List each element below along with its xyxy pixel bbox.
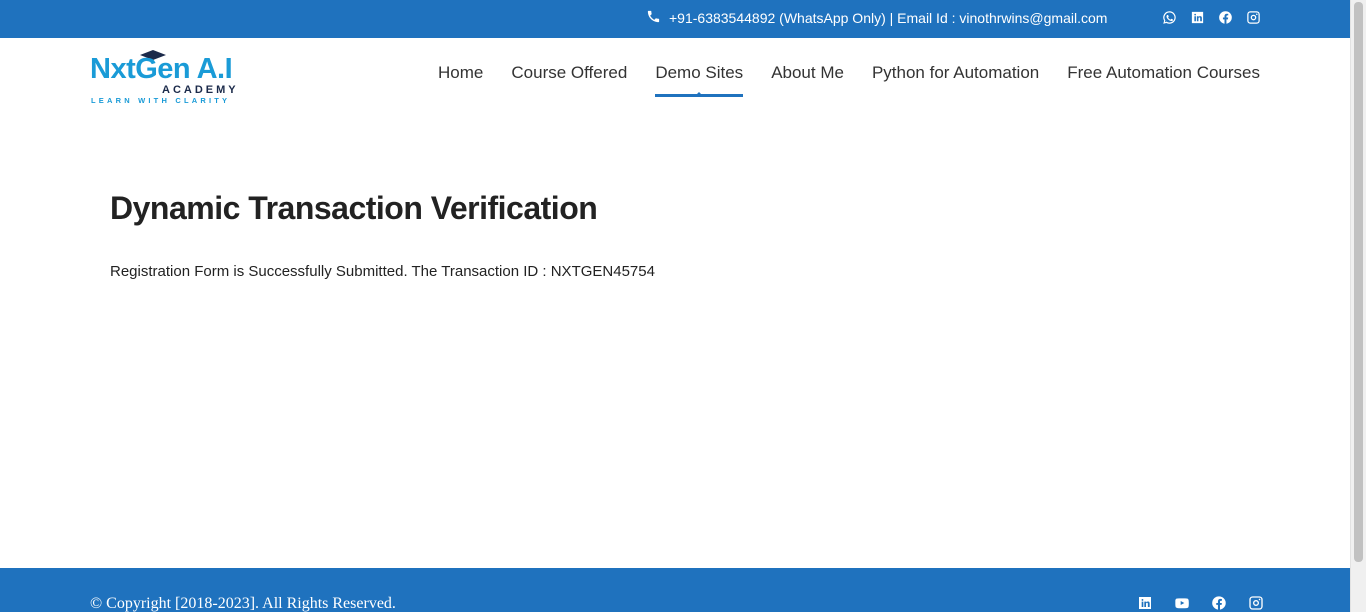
site-header: NxtGen A.I ACADEMY LEARN WITH CLARITY Ho… — [0, 38, 1350, 114]
nav-item-demo-sites[interactable]: Demo Sites — [655, 63, 743, 97]
main-content: Dynamic Transaction Verification Registr… — [110, 190, 655, 280]
youtube-icon[interactable] — [1174, 595, 1190, 611]
copyright-text: © Copyright [2018-2023]. All Rights Rese… — [90, 595, 396, 612]
linkedin-icon[interactable] — [1190, 10, 1205, 25]
instagram-icon[interactable] — [1246, 10, 1261, 25]
scrollbar-thumb[interactable] — [1354, 2, 1363, 562]
facebook-icon[interactable] — [1211, 595, 1227, 611]
vertical-scrollbar[interactable] — [1350, 0, 1366, 612]
logo-sub-text: ACADEMY — [162, 84, 239, 96]
top-bar: +91-6383544892 (WhatsApp Only) | Email I… — [0, 0, 1350, 38]
facebook-icon[interactable] — [1218, 10, 1233, 25]
nav-item-about-me[interactable]: About Me — [771, 63, 844, 97]
instagram-icon[interactable] — [1248, 595, 1264, 611]
main-nav: Home Course Offered Demo Sites About Me … — [438, 63, 1260, 97]
top-social-links — [1162, 10, 1261, 25]
site-logo[interactable]: NxtGen A.I ACADEMY LEARN WITH CLARITY — [90, 50, 250, 108]
nav-item-course-offered[interactable]: Course Offered — [511, 63, 627, 97]
nav-item-home[interactable]: Home — [438, 63, 483, 97]
footer-social-links — [1137, 595, 1264, 611]
phone-icon — [646, 9, 661, 27]
logo-tagline: LEARN WITH CLARITY — [91, 96, 231, 105]
contact-text: +91-6383544892 (WhatsApp Only) | Email I… — [669, 10, 1108, 26]
transaction-message: Registration Form is Successfully Submit… — [110, 263, 655, 280]
nav-item-free-automation-courses[interactable]: Free Automation Courses — [1067, 63, 1260, 97]
site-footer: © Copyright [2018-2023]. All Rights Rese… — [0, 568, 1350, 612]
page-title: Dynamic Transaction Verification — [110, 190, 598, 226]
page: +91-6383544892 (WhatsApp Only) | Email I… — [0, 0, 1350, 612]
contact-info: +91-6383544892 (WhatsApp Only) | Email I… — [646, 9, 1107, 27]
logo-main-text: NxtGen A.I — [90, 53, 233, 85]
linkedin-icon[interactable] — [1137, 595, 1153, 611]
nav-item-python-for-automation[interactable]: Python for Automation — [872, 63, 1039, 97]
whatsapp-icon[interactable] — [1162, 10, 1177, 25]
